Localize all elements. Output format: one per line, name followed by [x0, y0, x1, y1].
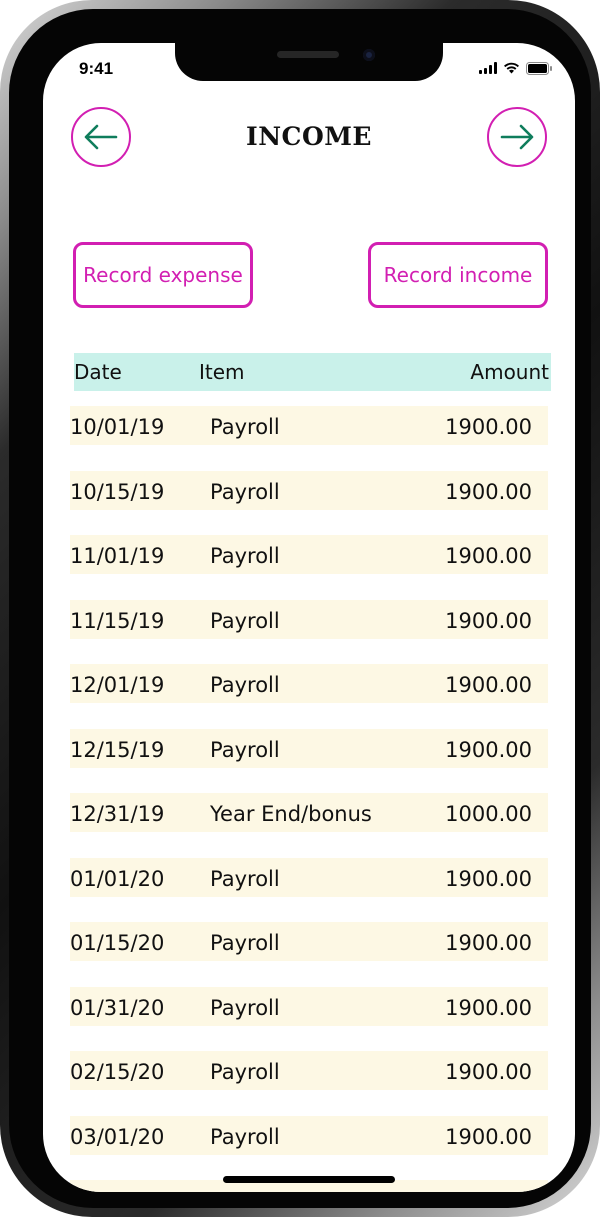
speaker: [277, 51, 339, 58]
row-amount: 1900.00: [445, 995, 532, 1020]
row-amount: 1900.00: [445, 479, 532, 504]
table-row[interactable]: 12/01/19 Payroll 1900.00: [70, 664, 548, 703]
row-date: 03/01/20: [70, 1124, 165, 1149]
column-header-amount: Amount: [470, 360, 549, 384]
row-amount: 1900.00: [445, 1060, 532, 1084]
row-item: Payroll: [210, 995, 280, 1020]
phone-bezel: 9:41 INCOME Record expense Record income…: [9, 9, 591, 1208]
battery-icon: [526, 61, 552, 75]
row-item: Payroll: [210, 415, 280, 439]
app-screen: 9:41 INCOME Record expense Record income…: [43, 43, 575, 1192]
row-amount: 1900.00: [445, 931, 532, 955]
row-amount: 1900.00: [445, 608, 532, 633]
row-item: Year End/bonus: [210, 802, 372, 826]
table-row[interactable]: 10/15/19 Payroll 1900.00: [70, 470, 548, 510]
row-date: 12/31/19: [70, 802, 165, 826]
forward-button[interactable]: [487, 107, 547, 167]
row-amount: 1000.00: [445, 802, 532, 826]
row-amount: 1900.00: [445, 673, 532, 697]
row-date: 01/31/20: [70, 995, 165, 1020]
row-amount: 1900.00: [445, 866, 532, 891]
row-date: 01/01/20: [70, 866, 165, 891]
row-item: Payroll: [210, 479, 280, 504]
table-row[interactable]: 12/15/19 Payroll 1900.00: [70, 728, 548, 768]
row-item: Payroll: [210, 1124, 280, 1149]
row-amount: 1900.00: [445, 1124, 532, 1149]
home-indicator[interactable]: [223, 1176, 395, 1183]
row-date: 11/01/19: [70, 544, 165, 568]
row-date: 02/15/20: [70, 1060, 165, 1084]
row-date: 12/01/19: [70, 673, 165, 697]
table-row[interactable]: 12/31/19 Year End/bonus 1000.00: [70, 793, 548, 832]
table-row[interactable]: 10/01/19 Payroll 1900.00: [70, 406, 548, 445]
phone-frame: 9:41 INCOME Record expense Record income…: [0, 0, 600, 1217]
row-date: 10/15/19: [70, 479, 165, 504]
row-item: Payroll: [210, 1060, 280, 1084]
table-row[interactable]: 11/15/19 Payroll 1900.00: [70, 599, 548, 639]
table-row[interactable]: 02/15/20 Payroll 1900.00: [70, 1051, 548, 1090]
table-row[interactable]: 01/01/20 Payroll 1900.00: [70, 857, 548, 897]
arrow-right-icon: [500, 124, 534, 150]
row-amount: 1900.00: [445, 415, 532, 439]
status-time: 9:41: [79, 59, 114, 78]
column-header-item: Item: [199, 360, 245, 384]
row-item: Payroll: [210, 931, 280, 955]
app-header: INCOME: [43, 107, 575, 171]
row-date: 11/15/19: [70, 608, 165, 633]
table-row[interactable]: 01/15/20 Payroll 1900.00: [70, 922, 548, 961]
table-row[interactable]: 03/01/20 Payroll 1900.00: [70, 1115, 548, 1155]
row-item: Payroll: [210, 673, 280, 697]
record-income-button[interactable]: Record income: [368, 242, 548, 308]
wifi-icon: [504, 62, 519, 74]
table-row[interactable]: 01/31/20 Payroll 1900.00: [70, 986, 548, 1026]
row-date: 01/15/20: [70, 931, 165, 955]
row-date: 10/01/19: [70, 415, 165, 439]
status-icons: [479, 60, 553, 76]
notch: [175, 43, 443, 81]
row-date: 12/15/19: [70, 737, 165, 762]
column-header-date: Date: [74, 360, 122, 384]
camera: [363, 49, 375, 61]
row-item: Payroll: [210, 737, 280, 762]
row-item: Payroll: [210, 608, 280, 633]
table-row[interactable]: 11/01/19 Payroll 1900.00: [70, 535, 548, 574]
row-item: Payroll: [210, 866, 280, 891]
row-item: Payroll: [210, 544, 280, 568]
income-table-body: 10/01/19 Payroll 1900.00 10/15/19 Payrol…: [70, 406, 548, 1192]
row-amount: 1900.00: [445, 737, 532, 762]
row-amount: 1900.00: [445, 544, 532, 568]
table-header: Date Item Amount: [74, 353, 551, 391]
record-expense-button[interactable]: Record expense: [73, 242, 253, 308]
cellular-signal-icon: [479, 62, 497, 74]
